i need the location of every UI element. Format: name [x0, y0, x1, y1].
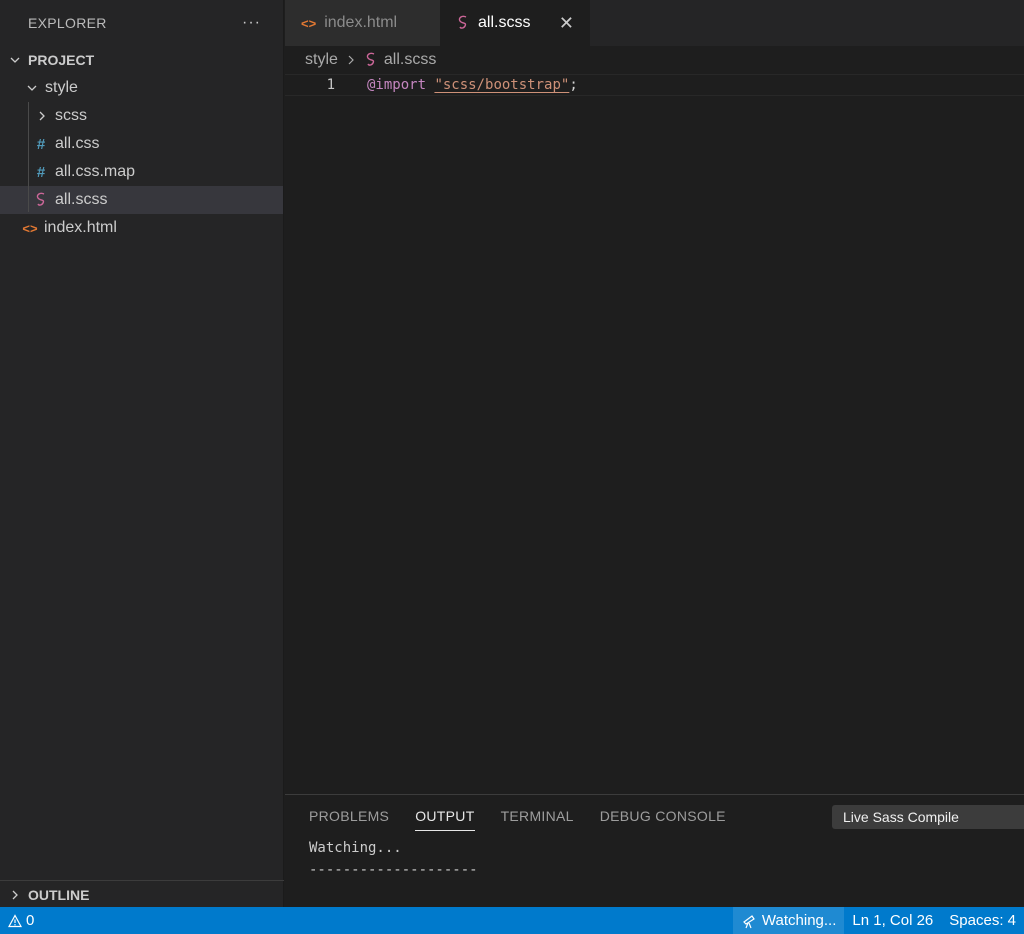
close-icon[interactable]: ✕	[559, 13, 574, 34]
tree-label: all.css	[55, 135, 100, 152]
breadcrumb-folder[interactable]: style	[305, 51, 338, 69]
project-section-header[interactable]: PROJECT	[0, 46, 283, 74]
outline-label: OUTLINE	[28, 886, 90, 903]
explorer-title: EXPLORER	[28, 15, 107, 31]
line-number: 1	[326, 77, 335, 93]
project-label: PROJECT	[28, 52, 95, 68]
explorer-header: EXPLORER ···	[0, 0, 283, 46]
status-right: Watching... Ln 1, Col 26 Spaces: 4	[732, 907, 1024, 934]
sass-file-icon	[33, 192, 49, 208]
tree-label: style	[45, 79, 78, 96]
tree-file-all-css[interactable]: # all.css	[0, 130, 283, 158]
breadcrumb-file[interactable]: all.scss	[384, 51, 436, 69]
tree-label: scss	[55, 107, 87, 124]
problems-count: 0	[26, 912, 35, 929]
code-semicolon: ;	[569, 77, 578, 93]
editor-tab-bar: <> index.html all.scss ✕	[285, 0, 1024, 46]
tab-terminal[interactable]: TERMINAL	[501, 802, 574, 830]
css-file-icon: #	[36, 163, 46, 181]
chevron-right-icon	[8, 888, 22, 902]
tree-file-index-html[interactable]: <> index.html	[0, 214, 283, 242]
indentation-status[interactable]: Spaces: 4	[941, 907, 1024, 934]
tree-file-all-scss[interactable]: all.scss	[0, 186, 283, 214]
output-channel-select[interactable]: Live Sass Compile	[832, 805, 1024, 829]
outline-section-header[interactable]: OUTLINE	[0, 880, 284, 908]
code-string-link[interactable]: "scss/bootstrap"	[434, 77, 569, 93]
cursor-position[interactable]: Ln 1, Col 26	[844, 907, 941, 934]
tab-problems[interactable]: PROBLEMS	[309, 802, 389, 830]
chevron-right-icon	[346, 55, 356, 65]
html-file-icon: <>	[301, 15, 317, 31]
tab-output[interactable]: OUTPUT	[415, 802, 475, 831]
tab-all-scss[interactable]: all.scss ✕	[440, 0, 590, 46]
tree-file-all-css-map[interactable]: # all.css.map	[0, 158, 283, 186]
tab-debug-console[interactable]: DEBUG CONSOLE	[600, 802, 726, 830]
sass-file-icon	[456, 15, 470, 31]
tree-label: all.scss	[55, 191, 108, 208]
bottom-panel: PROBLEMS OUTPUT TERMINAL DEBUG CONSOLE L…	[285, 794, 1024, 907]
breadcrumb: style all.scss	[285, 46, 436, 74]
tree-folder-style[interactable]: style	[0, 74, 283, 102]
chevron-down-icon	[8, 53, 22, 67]
tree-label: index.html	[44, 219, 117, 236]
problems-status[interactable]: 0	[0, 907, 42, 934]
html-file-icon: <>	[22, 220, 38, 236]
tree-indent-guide	[28, 102, 29, 212]
code-content: @import "scss/bootstrap";	[367, 77, 578, 93]
output-log: Watching... --------------------	[285, 837, 1024, 881]
more-actions-icon[interactable]: ···	[242, 14, 261, 32]
chevron-down-icon	[25, 81, 39, 95]
tab-label: all.scss	[478, 14, 531, 31]
watching-label: Watching...	[761, 912, 837, 929]
tree-label: all.css.map	[55, 163, 136, 180]
tab-label: index.html	[324, 14, 398, 31]
sass-file-icon	[364, 52, 378, 68]
code-editor[interactable]: 1 @import "scss/bootstrap";	[285, 74, 1024, 794]
chevron-right-icon	[35, 109, 49, 123]
output-line: Watching...	[309, 840, 402, 856]
tab-index-html[interactable]: <> index.html	[285, 0, 440, 46]
warning-icon	[8, 913, 22, 928]
sass-watching-status[interactable]: Watching...	[732, 907, 845, 934]
status-bar: 0 Watching... Ln 1, Col 26 Spaces: 4	[0, 907, 1024, 934]
css-file-icon: #	[36, 135, 46, 153]
explorer-sidebar: EXPLORER ··· PROJECT style scss # all.cs…	[0, 0, 284, 907]
code-line[interactable]: 1 @import "scss/bootstrap";	[285, 74, 1024, 96]
output-line: --------------------	[309, 862, 478, 878]
telescope-icon	[741, 913, 757, 929]
tree-folder-scss[interactable]: scss	[0, 102, 283, 130]
code-keyword: @import	[367, 77, 427, 93]
